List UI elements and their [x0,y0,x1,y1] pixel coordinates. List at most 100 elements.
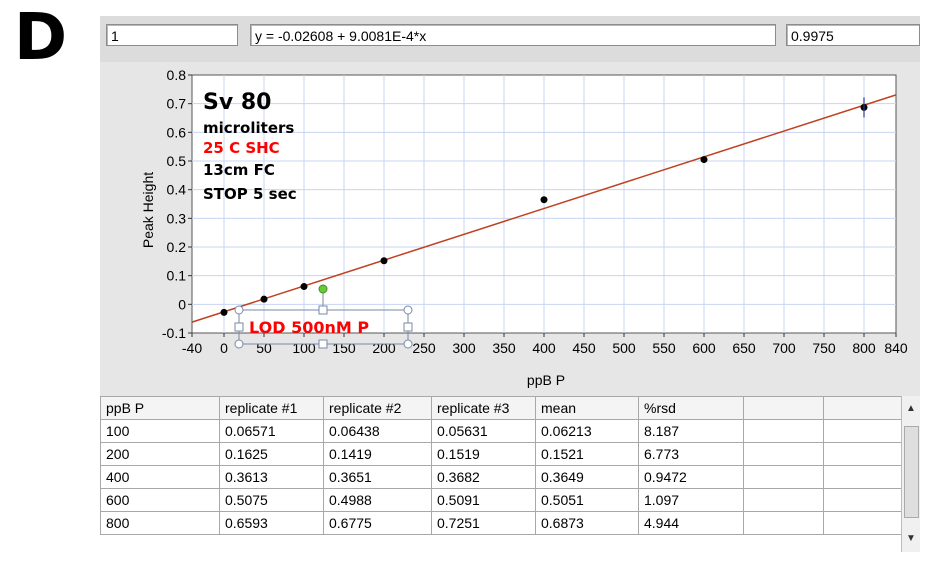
data-table-panel: ppB Preplicate #1 replicate #2 replicate #… [100,396,920,552]
table-cell[interactable] [823,419,903,443]
table-cell[interactable]: 0.9472 [638,465,744,489]
data-point [300,283,308,291]
x-tick-label: 750 [812,340,836,356]
table-cell[interactable]: 0.6775 [323,511,432,535]
table-cell[interactable]: 200 [100,442,220,466]
resize-handle[interactable] [403,305,413,315]
table-cell[interactable]: 0.3651 [323,465,432,489]
data-point [220,308,228,316]
x-tick-label: 700 [772,340,796,356]
annotation-sv: Sv 80 [203,90,271,115]
data-point [380,257,388,265]
x-tick-label: 450 [572,340,596,356]
column-header[interactable]: mean [535,396,639,420]
x-tick-label: 550 [652,340,676,356]
x-tick-label: 200 [372,340,396,356]
y-tick-label: 0.1 [167,268,187,284]
lod-label: LOD 500nM P [249,318,369,337]
column-header[interactable]: %rsd [638,396,744,420]
table-cell[interactable]: 0.05631 [431,419,536,443]
table-row[interactable]: 600 0.5075 0.4988 0.5091 0.5051 1.097 [100,488,903,512]
data-point [260,295,268,303]
y-tick-label: 0 [178,296,186,312]
y-tick-label: 0.8 [167,67,187,83]
table-row[interactable]: 400 0.3613 0.3651 0.3682 0.3649 0.9472 [100,465,903,489]
table-cell[interactable]: 0.6873 [535,511,639,535]
resize-handle[interactable] [403,339,413,349]
table-cell[interactable]: 100 [100,419,220,443]
table-cell[interactable]: 0.5051 [535,488,639,512]
x-tick-label: 0 [220,340,228,356]
table-cell[interactable]: 0.1519 [431,442,536,466]
data-point [700,156,708,164]
table-cell[interactable]: 0.1625 [219,442,324,466]
scroll-up-icon[interactable]: ▲ [902,400,920,418]
table-cell[interactable]: 8.187 [638,419,744,443]
resize-handle[interactable] [403,322,413,332]
table-cell[interactable] [823,465,903,489]
resize-handle[interactable] [318,339,328,349]
x-tick-label: 50 [256,340,272,356]
table-cell[interactable]: 0.06571 [219,419,324,443]
x-tick-label: 400 [532,340,556,356]
x-tick-label: 150 [332,340,356,356]
column-header[interactable] [823,396,903,420]
table-cell[interactable]: 0.1419 [323,442,432,466]
resize-handle[interactable] [234,305,244,315]
y-tick-label: 0.4 [167,182,187,198]
x-tick-label: 840 [884,340,908,356]
table-cell[interactable]: 0.4988 [323,488,432,512]
table-cell[interactable] [743,442,824,466]
x-tick-label: 300 [452,340,476,356]
y-tick-label: 0.6 [167,124,187,140]
table-cell[interactable]: 0.5075 [219,488,324,512]
table-cell[interactable] [823,488,903,512]
column-header[interactable]: replicate #3 [431,396,536,420]
table-cell[interactable]: 0.1521 [535,442,639,466]
table-row[interactable]: 200 0.1625 0.1419 0.1519 0.1521 6.773 [100,442,903,466]
column-header[interactable]: replicate #1 [219,396,324,420]
table-cell[interactable]: 0.3682 [431,465,536,489]
table-cell[interactable] [743,488,824,512]
table-cell[interactable]: 0.7251 [431,511,536,535]
table-cell[interactable] [743,465,824,489]
table-cell[interactable] [823,511,903,535]
table-row[interactable]: 100 0.06571 0.06438 0.05631 0.06213 8.187 [100,419,903,443]
column-header[interactable] [743,396,824,420]
table-cell[interactable]: 4.944 [638,511,744,535]
table-cell[interactable]: 0.5091 [431,488,536,512]
x-tick-label: 800 [852,340,876,356]
resize-handle[interactable] [318,305,328,315]
calibration-chart: -40 0 50 100 150 200 250 300 350 400 450 500 550 600 6… [140,67,908,388]
y-axis-ticks: -0.1 0 0.1 0.2 0.3 0.4 0.5 0.6 0.7 0.8 [162,67,192,341]
data-point [540,196,548,204]
y-tick-label: 0.7 [167,96,187,112]
table-cell[interactable]: 0.3649 [535,465,639,489]
column-header[interactable]: replicate #2 [323,396,432,420]
table-cell[interactable]: 0.6593 [219,511,324,535]
column-header[interactable]: ppB P [100,396,220,420]
table-cell[interactable]: 800 [100,511,220,535]
table-cell[interactable]: 600 [100,488,220,512]
table-cell[interactable] [823,442,903,466]
y-axis-label: Peak Height [140,172,156,248]
scroll-thumb[interactable] [904,426,919,518]
table-cell[interactable]: 6.773 [638,442,744,466]
annotation-microliters: microliters [203,119,294,137]
table-cell[interactable]: 0.3613 [219,465,324,489]
resize-handle[interactable] [234,339,244,349]
table-cell[interactable] [743,419,824,443]
x-axis-label: ppB P [527,372,565,388]
table-cell[interactable] [743,511,824,535]
table-cell[interactable]: 400 [100,465,220,489]
table-cell[interactable]: 1.097 [638,488,744,512]
table-cell[interactable]: 0.06438 [323,419,432,443]
resize-handle[interactable] [234,322,244,332]
table-scrollbar[interactable]: ▲ ▼ [901,396,920,552]
table-cell[interactable]: 0.06213 [535,419,639,443]
x-tick-label: 350 [492,340,516,356]
x-tick-label: 250 [412,340,436,356]
scroll-down-icon[interactable]: ▼ [902,530,920,548]
rotate-handle[interactable] [318,284,328,294]
table-row[interactable]: 800 0.6593 0.6775 0.7251 0.6873 4.944 [100,511,903,535]
